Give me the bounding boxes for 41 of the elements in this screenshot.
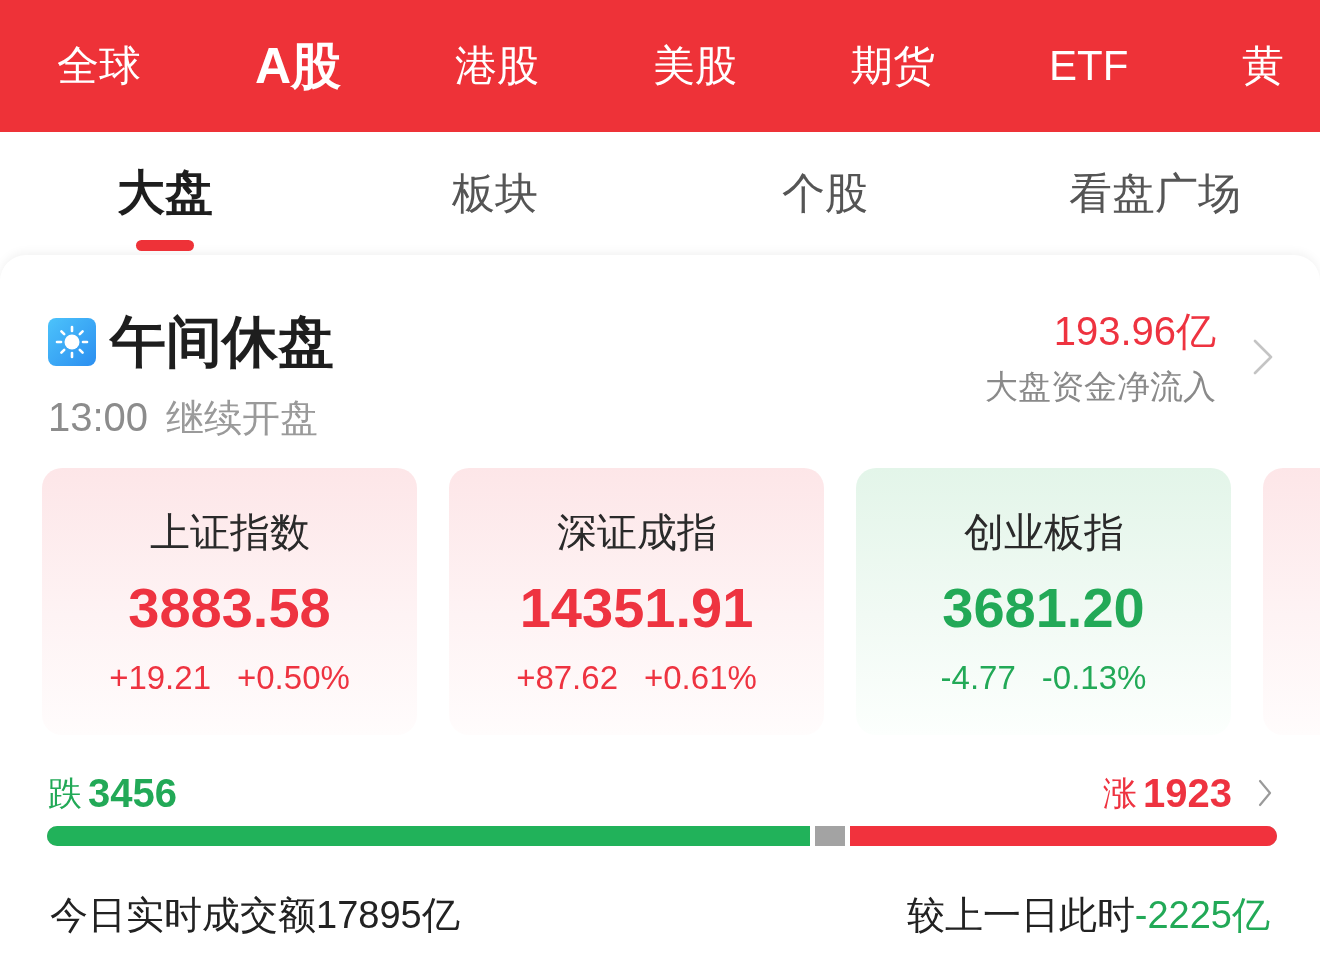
market-tab[interactable]: 全球 [57,40,141,92]
turnover-text: 今日实时成交额17895亿 [50,893,460,938]
index-change-percent: +0.50% [237,658,350,698]
market-tab[interactable]: A股 [255,40,342,92]
decline-label: 跌 [48,773,82,814]
resume-note: 继续开盘 [166,396,319,441]
index-name: 深证成指 [556,509,717,556]
market-tab[interactable]: ETF [1049,40,1129,92]
view-tab[interactable]: 个股 [782,166,868,251]
advance-label: 涨 [1103,773,1137,814]
net-inflow-label: 大盘资金净流入 [985,367,1216,407]
index-change: +87.62 [516,658,618,698]
turnover-comparison: 较上一日此时-2225亿 [906,893,1270,938]
index-value: 14351.91 [519,576,754,640]
resume-time: 13:00 [48,394,149,441]
sun-icon [48,318,96,366]
index-card[interactable] [1263,468,1320,735]
index-value: 3681.20 [942,576,1145,640]
index-value: 3883.58 [128,576,331,640]
view-tab[interactable]: 板块 [452,166,538,251]
index-change: -4.77 [940,658,1016,698]
net-inflow-value: 193.96亿 [1052,308,1216,355]
market-tab[interactable]: 港股 [455,40,540,92]
chevron-right-icon [1258,779,1272,807]
index-change-percent: +0.61% [644,658,757,698]
index-card[interactable]: 上证指数 3883.58 +19.21 +0.50% [42,468,417,735]
index-change-percent: -0.13% [1041,658,1147,698]
market-tab[interactable]: 黄 [1242,40,1285,92]
index-card[interactable]: 深证成指 14351.91 +87.62 +0.61% [449,468,824,735]
market-tab[interactable]: 美股 [653,40,738,92]
decline-count: 3456 [88,770,177,817]
index-card[interactable]: 创业板指 3681.20 -4.77 -0.13% [856,468,1231,735]
view-tab[interactable]: 看盘广场 [1069,166,1241,251]
session-title: 午间休盘 [110,312,334,372]
market-tab[interactable]: 期货 [851,40,936,92]
index-name: 上证指数 [149,509,310,556]
index-name: 创业板指 [963,509,1124,556]
chevron-right-icon [1253,339,1273,375]
advance-count: 1923 [1143,770,1232,817]
index-change: +19.21 [109,658,211,698]
view-tab[interactable]: 大盘 [117,166,213,251]
